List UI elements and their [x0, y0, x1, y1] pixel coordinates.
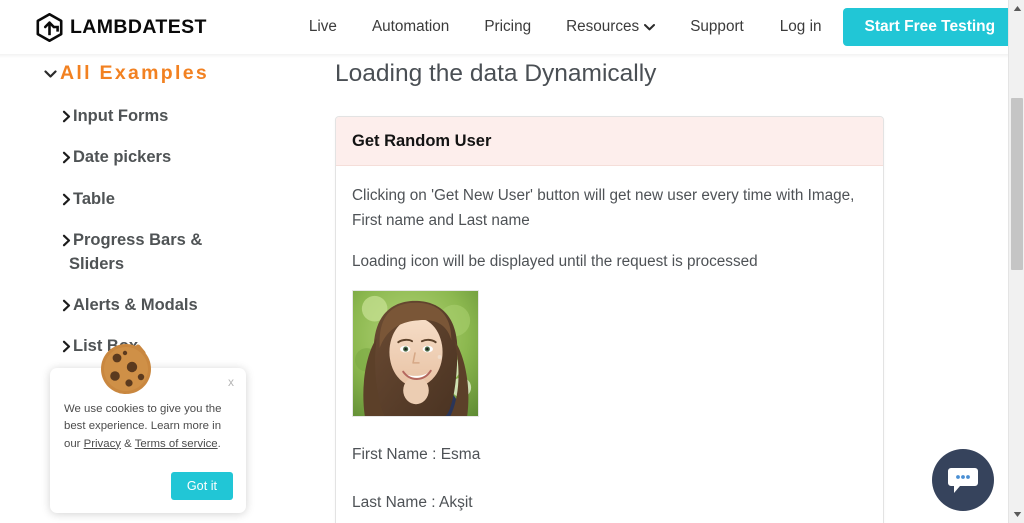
- page-scrollbar[interactable]: [1008, 0, 1024, 523]
- nav-item-automation[interactable]: Automation: [372, 18, 449, 36]
- get-random-user-card: Get Random User Clicking on 'Get New Use…: [335, 116, 884, 523]
- sidebar-item-label: Date pickers: [73, 148, 172, 167]
- sidebar-item-date-pickers[interactable]: Date pickers: [62, 148, 300, 167]
- chevron-down-icon: [44, 69, 57, 79]
- chevron-right-icon: [62, 191, 71, 206]
- user-photo-portrait: [352, 290, 867, 418]
- chevron-right-icon: [62, 149, 71, 164]
- chevron-down-icon: [644, 23, 656, 31]
- cookie-text-middle: &: [120, 437, 135, 450]
- cookie-icon: [98, 341, 154, 397]
- chat-bubble-icon: [947, 465, 979, 495]
- sidebar-root-label: All Examples: [60, 62, 209, 84]
- scrollbar-thumb[interactable]: [1011, 98, 1023, 270]
- site-header: LAMBDATEST Live Automation Pricing Resou…: [0, 0, 1017, 54]
- sidebar-item-progress-bars-sliders[interactable]: Progress Bars &: [62, 231, 300, 250]
- brand-name: LAMBDATEST: [70, 15, 207, 38]
- sidebar-item-all-examples[interactable]: All Examples: [44, 62, 300, 85]
- scroll-down-arrow-icon[interactable]: [1009, 506, 1024, 523]
- sidebar-item-label: Alerts & Modals: [73, 295, 198, 314]
- sidebar-item-label: Input Forms: [73, 107, 169, 125]
- main-content: Loading the data Dynamically Get Random …: [300, 58, 1008, 523]
- start-free-testing-button[interactable]: Start Free Testing: [843, 8, 1017, 46]
- sidebar-item-label-wrap: Sliders: [69, 254, 125, 273]
- last-name-value: Last Name : Akşit: [352, 494, 473, 512]
- cookie-text-suffix: .: [217, 437, 221, 450]
- header-actions: Log in Start Free Testing: [780, 8, 1017, 46]
- login-link[interactable]: Log in: [780, 18, 822, 36]
- sidebar-item-input-forms[interactable]: Input Forms: [62, 107, 300, 126]
- nav-resources-label: Resources: [566, 18, 640, 35]
- chevron-right-icon: [62, 297, 71, 312]
- chat-widget-button[interactable]: [932, 449, 994, 511]
- card-description-2: Loading icon will be displayed until the…: [352, 252, 758, 270]
- chevron-right-icon: [62, 338, 71, 353]
- sidebar-item-table[interactable]: Table: [62, 190, 300, 209]
- scroll-up-arrow-icon[interactable]: [1009, 0, 1024, 17]
- close-icon[interactable]: x: [228, 376, 234, 388]
- first-name-value: First Name : Esma: [352, 446, 481, 464]
- nav-item-resources[interactable]: Resources: [566, 18, 656, 36]
- privacy-link[interactable]: Privacy: [84, 438, 121, 450]
- got-it-button[interactable]: Got it: [170, 472, 233, 500]
- main-navigation: Live Automation Pricing Resources Suppor…: [309, 18, 744, 36]
- brand-logo-link[interactable]: LAMBDATEST: [36, 12, 207, 42]
- cookie-consent-text: We use cookies to give you the best expe…: [64, 401, 232, 453]
- page-title: Loading the data Dynamically: [335, 60, 657, 87]
- cookie-consent-banner: x We use cookies to give you the best ex…: [50, 344, 246, 513]
- card-title: Get Random User: [352, 132, 492, 150]
- page-root: LAMBDATEST Live Automation Pricing Resou…: [0, 0, 1024, 523]
- nav-item-support[interactable]: Support: [690, 18, 744, 36]
- terms-of-service-link[interactable]: Terms of service: [135, 438, 218, 450]
- chevron-right-icon: [62, 232, 71, 247]
- card-description-1: Clicking on 'Get New User' button will g…: [352, 187, 855, 229]
- sidebar-item-label: Progress Bars &: [73, 231, 203, 250]
- card-header: Get Random User: [336, 117, 883, 166]
- sidebar-item-label: Table: [73, 189, 115, 208]
- card-body: Clicking on 'Get New User' button will g…: [336, 166, 883, 523]
- nav-item-pricing[interactable]: Pricing: [484, 18, 531, 36]
- nav-item-live[interactable]: Live: [309, 18, 337, 36]
- lambdatest-hexagon-logo-icon: [36, 12, 63, 42]
- sidebar-item-alerts-modals[interactable]: Alerts & Modals: [62, 296, 300, 315]
- chevron-right-icon: [62, 108, 71, 123]
